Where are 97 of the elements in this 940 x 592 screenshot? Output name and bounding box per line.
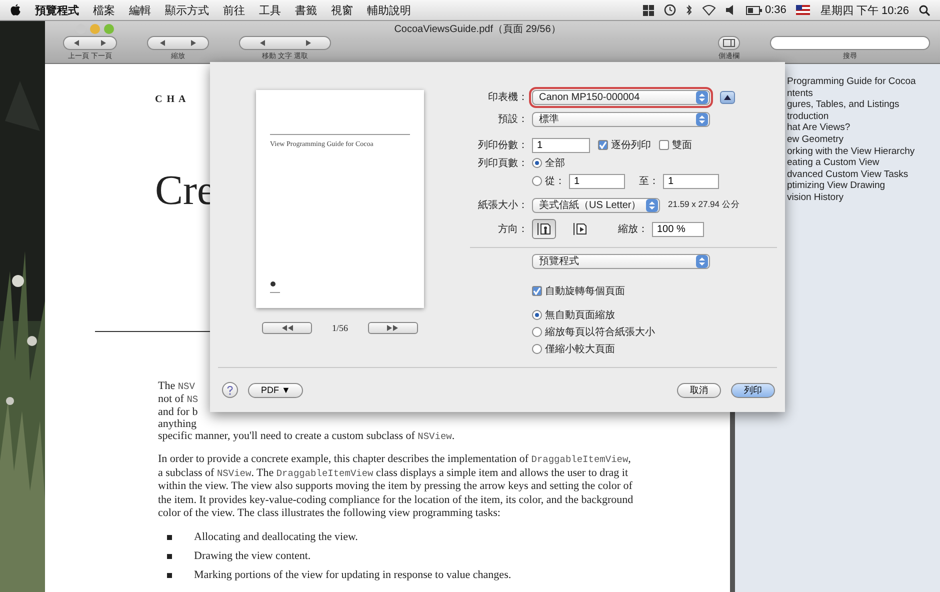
field-label: 印表機：	[487, 90, 528, 104]
checkbox[interactable]: 雙面	[659, 138, 692, 152]
body-text: The NSV	[158, 380, 195, 393]
body-text: specific manner, you'll need to create a custom subclass of NSView.	[158, 430, 455, 443]
field-label: 方向：	[497, 222, 528, 236]
outline-item[interactable]: eating a Custom View	[787, 157, 880, 169]
outline-item[interactable]: dvanced Custom View Tasks	[787, 168, 908, 180]
menu-item[interactable]: 預覽程式	[35, 2, 79, 18]
bullet-icon	[167, 554, 172, 558]
outline-item[interactable]: orking with the View Hierarchy	[787, 146, 915, 158]
search-field[interactable]	[770, 36, 930, 50]
menu-item[interactable]: 書籤	[295, 2, 317, 18]
zoom-button[interactable]	[147, 36, 209, 50]
field-label: 縮放：	[618, 222, 648, 236]
rewind-icon	[280, 324, 294, 332]
previous-page-button[interactable]	[262, 322, 312, 334]
outline-item[interactable]: vision History	[787, 192, 844, 204]
radio-button[interactable]: 無自動頁面縮放	[532, 308, 655, 322]
body-text: not of NS	[158, 393, 198, 406]
portrait-page-icon	[537, 222, 551, 236]
logo-icon	[270, 280, 282, 294]
bullet-text: Marking portions of the view for updating in response to value changes.	[194, 568, 512, 582]
outline-item[interactable]: ew Geometry	[787, 134, 844, 146]
menu-item[interactable]: 視窗	[331, 2, 353, 18]
bullet-text: Allocating and deallocating the view.	[194, 530, 358, 544]
page-counter: 1/56	[332, 323, 348, 333]
stepper-icon	[696, 254, 708, 268]
copies-field[interactable]: 1	[532, 138, 590, 152]
outline-item[interactable]: troduction	[787, 110, 829, 122]
menu-clock[interactable]: 星期四 下午 10:26	[820, 2, 909, 18]
paper-dimensions: 21.59 x 27.94 公分	[668, 199, 740, 211]
scale-field[interactable]: 100 %	[652, 222, 704, 236]
paper-size-popup[interactable]: 美式信紙（US Letter）	[532, 198, 660, 212]
clock-icon[interactable]	[664, 4, 676, 16]
outline-item[interactable]: hat Are Views?	[787, 122, 850, 134]
stepper-icon	[696, 90, 708, 104]
grid-icon[interactable]	[642, 4, 654, 16]
search-icon[interactable]	[919, 4, 930, 16]
volume-icon[interactable]	[726, 5, 736, 15]
chapter-label: C H A	[155, 94, 187, 105]
stepper-icon	[696, 112, 708, 126]
body-text: and for b	[158, 406, 198, 418]
bullet-icon	[167, 534, 172, 540]
outline-item[interactable]: Programming Guide for Cocoa	[787, 76, 916, 88]
menu-item[interactable]: 工具	[259, 2, 281, 18]
stepper-icon	[646, 198, 658, 212]
radio-button[interactable]: 僅縮小較大頁面	[532, 342, 655, 356]
checkbox[interactable]: 逐份列印	[598, 138, 651, 152]
menu-item[interactable]: 前往	[223, 2, 245, 18]
to-page-field[interactable]: 1	[663, 174, 719, 188]
pdf-menu-button[interactable]: PDF ▼	[248, 382, 304, 398]
up-triangle-icon	[724, 94, 731, 100]
checkbox[interactable]: 自動旋轉每個頁面	[532, 284, 625, 298]
sidebar-button[interactable]	[718, 36, 740, 50]
bullet-icon	[167, 572, 172, 578]
checkmark-icon	[533, 287, 541, 295]
next-page-button[interactable]	[368, 322, 418, 334]
field-label: 至：	[639, 175, 659, 188]
flag-icon[interactable]	[796, 5, 810, 15]
question-mark-icon	[227, 386, 233, 394]
sidebar-icon	[723, 39, 735, 47]
tool-mode-button[interactable]	[239, 36, 331, 50]
field-label: 預設：	[497, 112, 528, 126]
radio-button[interactable]: 從：	[532, 174, 565, 188]
radio-button[interactable]: 縮放每頁以符合紙張大小	[532, 325, 655, 339]
menu-item[interactable]: 顯示方式	[165, 2, 209, 18]
wifi-icon[interactable]	[702, 4, 716, 16]
section-popup[interactable]: 預覽程式	[532, 254, 710, 268]
battery-time[interactable]: 0:36	[764, 4, 786, 16]
page-nav-button[interactable]	[63, 36, 117, 50]
window-title: CocoaViewsGuide.pdf（頁面 29/56）	[394, 23, 561, 36]
battery-icon[interactable]	[746, 6, 762, 14]
menu-item[interactable]: 檔案	[93, 2, 115, 18]
body-paragraph: In order to provide a concrete example, this chapter describes the implementation of DraggableItemView, a subclass of NSView. The DraggableItemView class displays a simple item and allows the user to drag it within the view. The view also supports moving the item by pressing the arrow keys and setting the color of the item. It provides key-value-coding compliance for the location of the item, its color, and the background color of the view. The class illustrates the following view programming tasks:	[158, 453, 634, 520]
checkmark-icon	[599, 141, 607, 149]
outline-item[interactable]: ptimizing View Drawing	[787, 180, 886, 192]
landscape-page-icon	[573, 222, 587, 236]
from-page-field[interactable]: 1	[569, 174, 625, 188]
expand-button[interactable]	[720, 90, 735, 104]
menu-item[interactable]: 編輯	[129, 2, 151, 18]
outline-item[interactable]: ntents	[787, 88, 813, 100]
field-label: 紙張大小：	[477, 198, 528, 212]
fast-forward-icon	[386, 324, 400, 332]
radio-button[interactable]: 全部	[532, 156, 565, 170]
field-label: 列印份數：	[477, 138, 528, 152]
menu-item[interactable]: 輔助說明	[367, 2, 411, 18]
presets-popup[interactable]: 標準	[532, 112, 710, 126]
portrait-button[interactable]	[532, 219, 556, 239]
help-button[interactable]	[222, 382, 238, 398]
field-label: 列印頁數：	[477, 156, 528, 170]
print-button[interactable]: 列印	[731, 382, 775, 398]
cancel-button[interactable]: 取消	[677, 382, 721, 398]
bullet-text: Drawing the view content.	[194, 550, 311, 562]
outline-item[interactable]: gures, Tables, and Listings	[787, 99, 900, 111]
apple-icon[interactable]	[10, 4, 21, 16]
body-text: anything	[158, 418, 196, 430]
bluetooth-icon[interactable]	[686, 4, 692, 16]
